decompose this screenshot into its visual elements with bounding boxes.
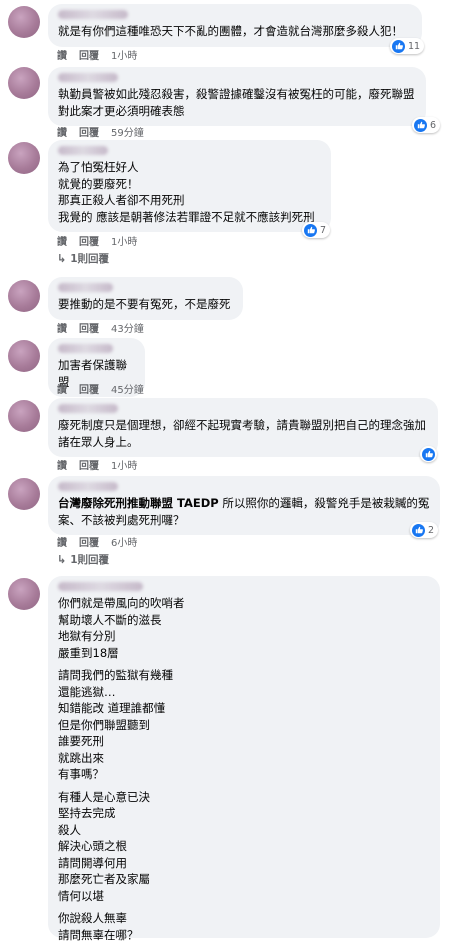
like-icon [422,447,435,461]
author-name-redacted[interactable] [58,344,113,353]
like-count: 7 [320,224,327,236]
avatar[interactable] [8,6,40,38]
replies-count: 1則回覆 [70,554,110,566]
comment-actions: 讚 回覆 1小時 [57,233,137,248]
like-button[interactable]: 讚 [57,124,67,139]
avatar[interactable] [8,142,40,174]
reaction-count[interactable]: 11 [390,38,425,54]
avatar[interactable] [8,578,40,610]
author-name-redacted[interactable] [58,283,113,292]
author-name-redacted[interactable] [58,582,143,591]
comment-paragraph: 有種人是心意已決 堅持去完成 殺人 解決心頭之根 請問開導何用 那麼死亡者及家屬… [58,789,150,903]
timestamp[interactable]: 45分鐘 [111,381,144,396]
reply-button[interactable]: 回覆 [79,233,99,248]
author-name-redacted[interactable] [58,482,118,491]
timestamp[interactable]: 1小時 [111,233,137,248]
like-count: 11 [408,40,421,52]
comment-bubble: 為了怕冤枉好人 就覺的要廢死！ 那真正殺人者卻不用死刑 我覺的 應該是朝著修法若… [48,140,331,232]
view-replies-link[interactable]: ↳ 1則回覆 [57,552,109,567]
like-button[interactable]: 讚 [57,233,67,248]
like-icon [412,523,425,537]
reply-button[interactable]: 回覆 [79,534,99,549]
comment-actions: 讚 回覆 6小時 [57,534,137,549]
reply-button[interactable]: 回覆 [79,381,99,396]
comment-text: 台灣廢除死刑推動聯盟 TAEDP 所以照你的邏輯，殺警兇手是被栽贓的冤案、不該被… [58,495,430,528]
like-count: 2 [428,524,435,536]
reply-button[interactable]: 回覆 [79,457,99,472]
comment-paragraph: 你們就是帶風向的吹哨者 幫助壞人不斷的滋長 地獄有分別 嚴重到18層 [58,596,185,660]
avatar[interactable] [8,478,40,510]
comment-paragraph: 請問我們的監獄有幾種 還能逃獄… 知錯能改 道理誰都懂 但是你們聯盟聽到 誰要死… [58,668,173,781]
avatar[interactable] [8,340,40,372]
comment-paragraph: 你說殺人無辜 請問無辜在哪？ [58,911,139,942]
comment-bubble: 台灣廢除死刑推動聯盟 TAEDP 所以照你的邏輯，殺警兇手是被栽贓的冤案、不該被… [48,476,440,535]
like-icon [392,39,405,53]
timestamp[interactable]: 59分鐘 [111,124,144,139]
author-name-redacted[interactable] [58,404,118,413]
avatar[interactable] [8,400,40,432]
like-button[interactable]: 讚 [57,457,67,472]
comment-actions: 讚 回覆 1小時 [57,457,137,472]
reaction-count[interactable] [420,446,437,462]
avatar[interactable] [8,67,40,99]
like-button[interactable]: 讚 [57,320,67,335]
timestamp[interactable]: 6小時 [111,534,137,549]
comment-bubble: 廢死制度只是個理想，卻經不起現實考驗，請貴聯盟別把自己的理念強加諸在眾人身上。 [48,398,438,457]
timestamp[interactable]: 1小時 [111,457,137,472]
comment-bubble: 就是有你們這種唯恐天下不亂的團體，才會造就台灣那麼多殺人犯！ [48,4,422,47]
replies-count: 1則回覆 [70,253,110,265]
timestamp[interactable]: 43分鐘 [111,320,144,335]
author-name-redacted[interactable] [58,146,108,155]
timestamp[interactable]: 1小時 [111,47,137,62]
reaction-count[interactable]: 7 [302,222,331,238]
comment-bubble: 執勤員警被如此殘忍殺害，殺警證據確鑿沒有被冤枉的可能，廢死聯盟對此案才更必須明確… [48,67,426,126]
like-button[interactable]: 讚 [57,381,67,396]
author-name-redacted[interactable] [58,73,118,82]
like-button[interactable]: 讚 [57,47,67,62]
comment-text: 要推動的是不要有冤死，不是廢死 [58,297,231,311]
like-icon [414,118,427,132]
comment-text: 執勤員警被如此殘忍殺害，殺警證據確鑿沒有被冤枉的可能，廢死聯盟對此案才更必須明確… [58,87,415,118]
comment-text: 廢死制度只是個理想，卻經不起現實考驗，請貴聯盟別把自己的理念強加諸在眾人身上。 [58,418,426,449]
reaction-count[interactable]: 6 [412,117,441,133]
comment-actions: 讚 回覆 45分鐘 [57,381,144,396]
reply-button[interactable]: 回覆 [79,320,99,335]
reply-button[interactable]: 回覆 [79,47,99,62]
avatar[interactable] [8,280,40,312]
comment-actions: 讚 回覆 1小時 [57,47,137,62]
reply-arrow-icon: ↳ [57,252,67,265]
comment-text: 為了怕冤枉好人 就覺的要廢死！ 那真正殺人者卻不用死刑 我覺的 應該是朝著修法若… [58,160,315,224]
comment-bubble: 要推動的是不要有冤死，不是廢死 [48,277,243,320]
author-name-redacted[interactable] [58,10,128,19]
reply-button[interactable]: 回覆 [79,124,99,139]
view-replies-link[interactable]: ↳ 1則回覆 [57,251,109,266]
page-author-name[interactable]: 台灣廢除死刑推動聯盟 TAEDP [58,496,219,510]
reply-arrow-icon: ↳ [57,553,67,566]
comment-actions: 讚 回覆 59分鐘 [57,124,144,139]
like-count: 6 [430,119,437,131]
reaction-count[interactable]: 2 [410,522,439,538]
comment-bubble: 你們就是帶風向的吹哨者 幫助壞人不斷的滋長 地獄有分別 嚴重到18層 請問我們的… [48,576,440,942]
comment-text: 就是有你們這種唯恐天下不亂的團體，才會造就台灣那麼多殺人犯！ [58,24,403,38]
like-icon [304,223,317,237]
comment-actions: 讚 回覆 43分鐘 [57,320,144,335]
like-button[interactable]: 讚 [57,534,67,549]
